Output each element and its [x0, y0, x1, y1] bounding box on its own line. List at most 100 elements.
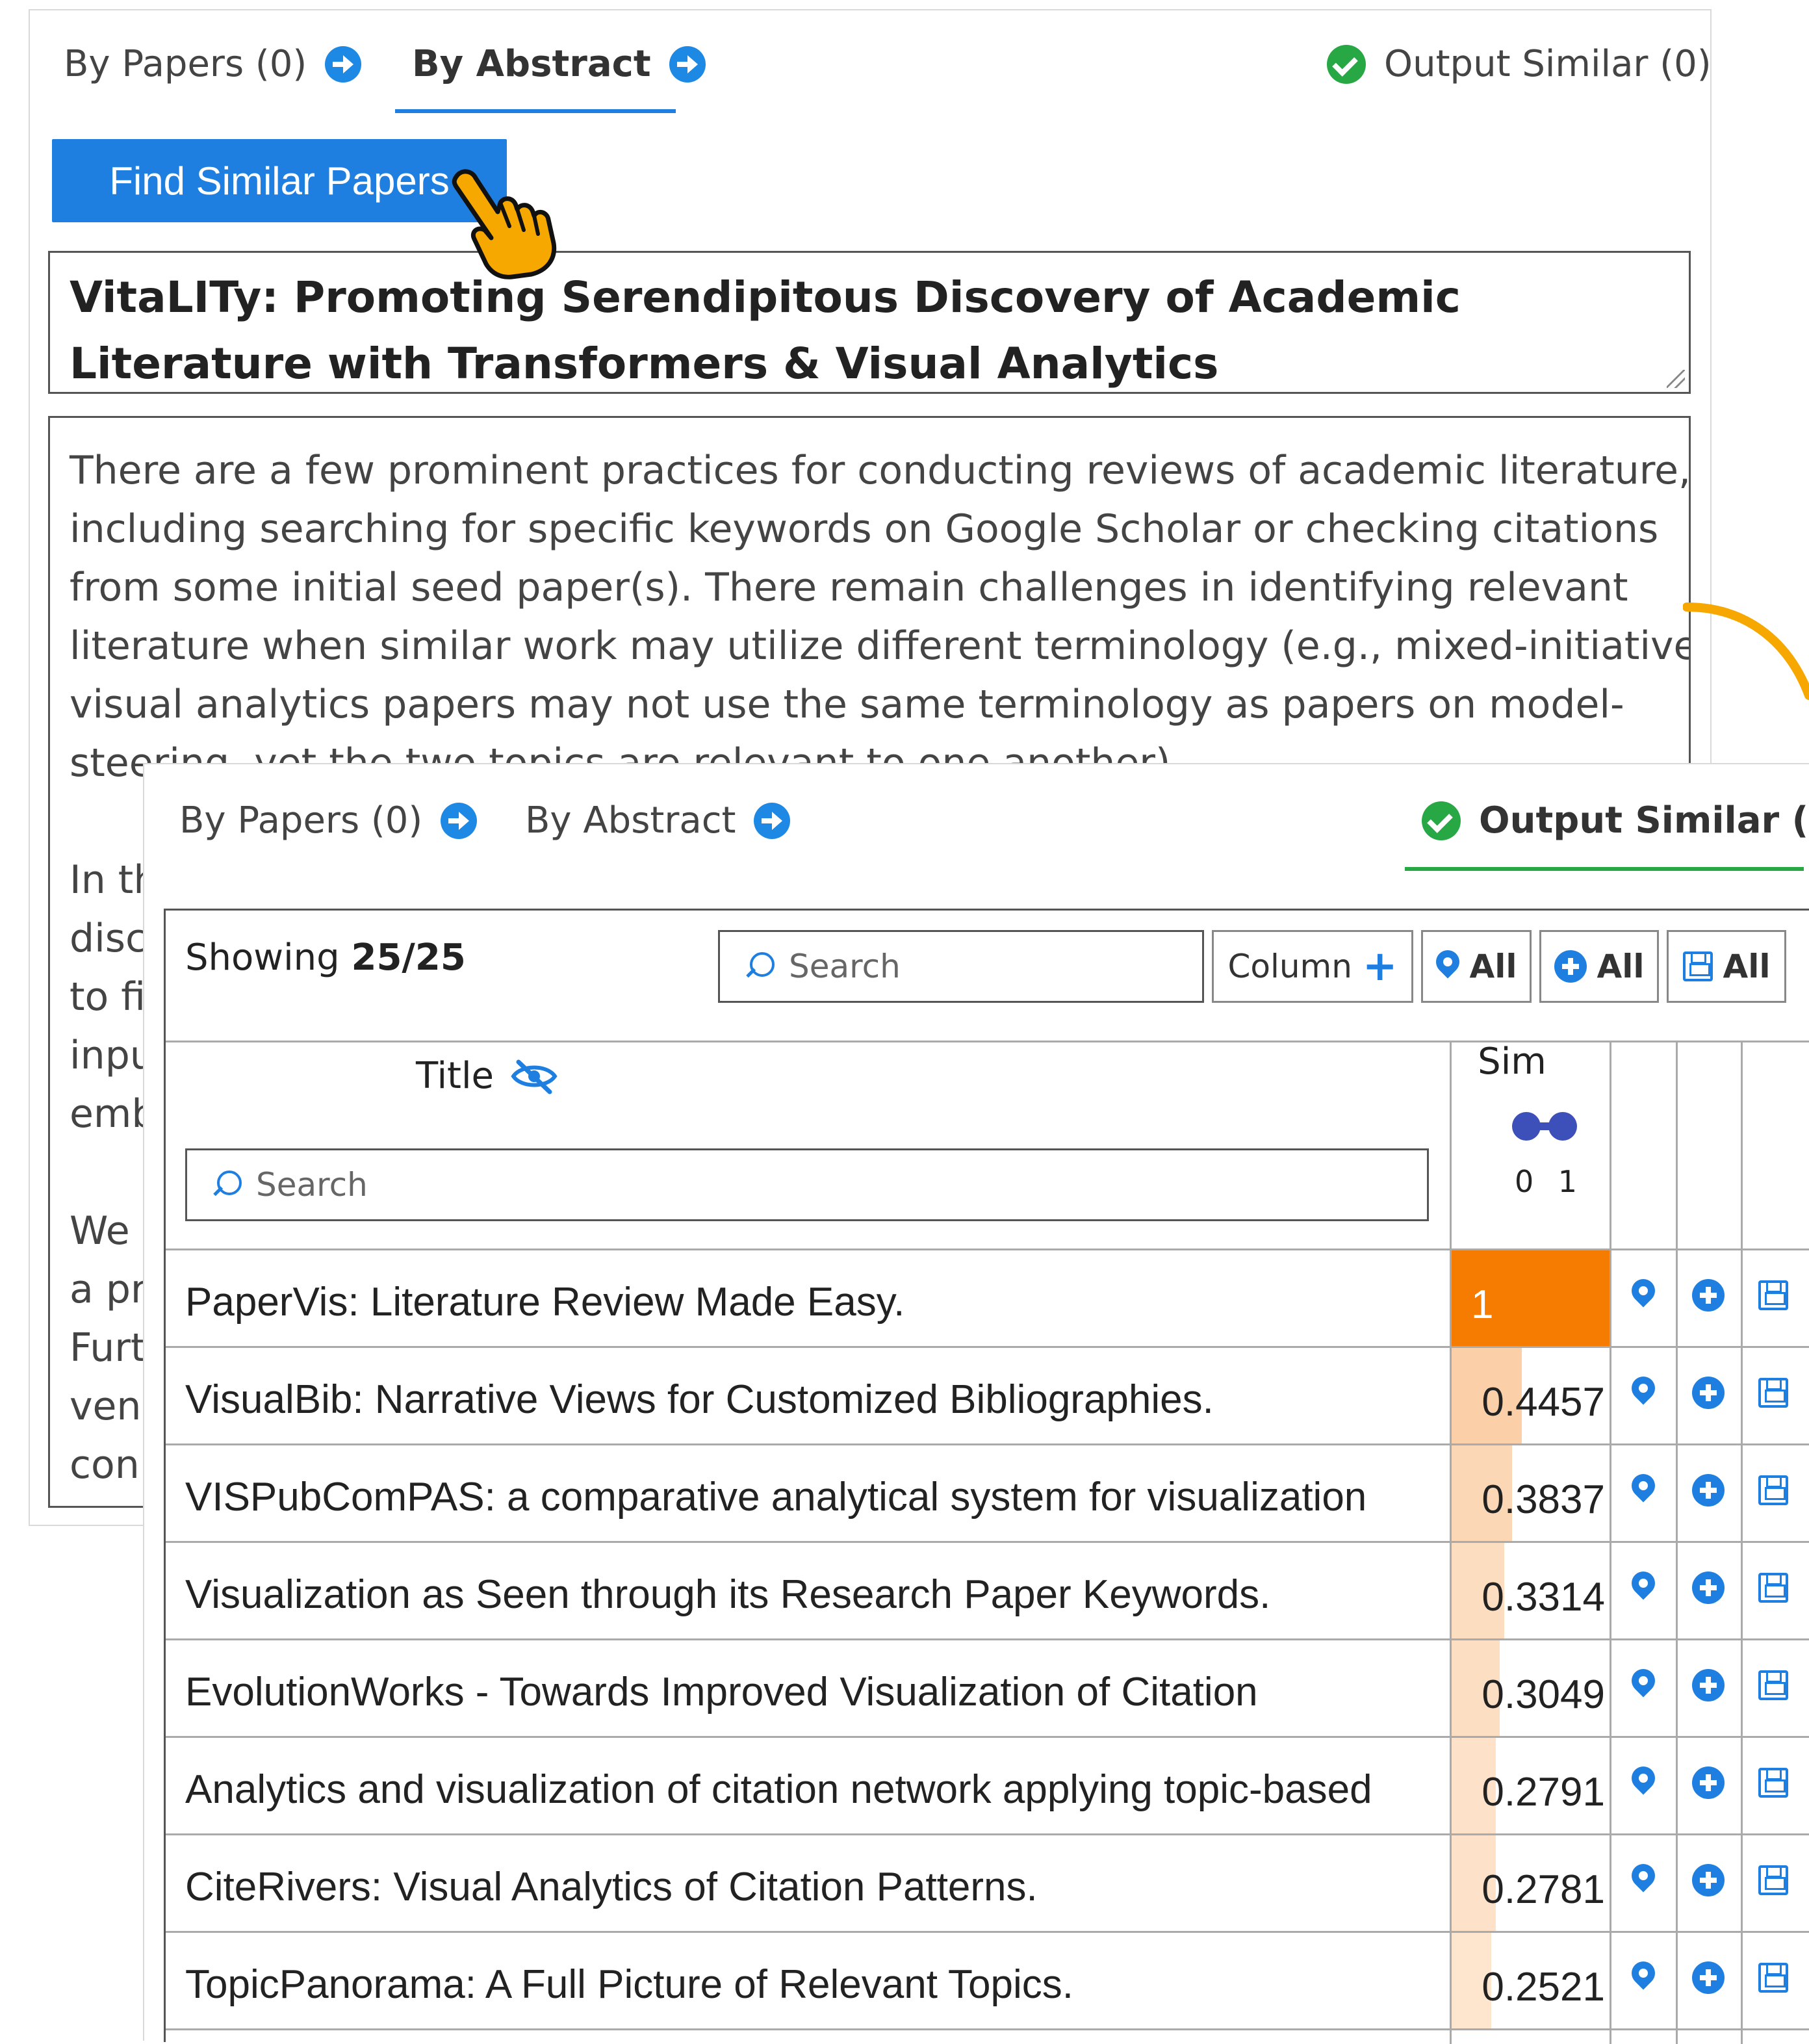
sim-value: 0.3837	[1482, 1477, 1605, 1522]
paper-title[interactable]: EvolutionWorks - Towards Improved Visual…	[185, 1669, 1258, 1715]
save-button[interactable]	[1741, 1273, 1806, 1318]
plus-circle-icon	[1692, 1279, 1725, 1312]
slider-handle-max[interactable]	[1548, 1112, 1577, 1141]
table-row[interactable]: PaperVis: Literature Review Made Easy. 1	[166, 1250, 1809, 1348]
add-button[interactable]	[1676, 1955, 1741, 2000]
locate-button[interactable]	[1611, 1273, 1676, 1318]
paper-title[interactable]: VisualBib: Narrative Views for Customize…	[185, 1377, 1214, 1423]
sim-cell: 0.2521	[1452, 1933, 1611, 2030]
paper-title[interactable]: CiteRivers: Visual Analytics of Citation…	[185, 1864, 1038, 1910]
abstract-line: including searching for specific keyword…	[70, 506, 1659, 552]
table-search-input[interactable]: Search	[718, 930, 1204, 1003]
sim-value: 1	[1471, 1282, 1494, 1327]
eye-slash-icon[interactable]	[509, 1058, 559, 1094]
locate-button[interactable]	[1611, 1955, 1676, 2000]
tab-label: By Papers (0)	[179, 799, 423, 842]
tab-by-abstract[interactable]: By Abstract	[525, 799, 791, 842]
find-similar-papers-button[interactable]: Find Similar Papers	[52, 139, 507, 222]
add-all-button[interactable]: All	[1539, 930, 1659, 1003]
sim-column-header[interactable]: Sim	[1472, 1041, 1552, 1083]
add-button[interactable]	[1676, 1273, 1741, 1318]
table-row[interactable]: TopicPanorama: A Full Picture of Relevan…	[166, 1933, 1809, 2030]
tab-label: Output Similar (25)	[1479, 799, 1809, 842]
table-row[interactable]: EvolutionWorks - Towards Improved Visual…	[166, 1640, 1809, 1738]
showing-count-value: 25/25	[351, 937, 466, 979]
locate-button[interactable]	[1611, 1857, 1676, 1903]
tab-by-papers[interactable]: By Papers (0)	[179, 799, 478, 842]
plus-circle-icon	[1692, 1669, 1725, 1701]
table-row[interactable]: CiteRivers: Visual Analytics of Citation…	[166, 1835, 1809, 1933]
sim-min-label: 0	[1515, 1164, 1534, 1199]
slider-handle-min[interactable]	[1512, 1112, 1541, 1141]
paper-title[interactable]: TopicPanorama: A Full Picture of Relevan…	[185, 1961, 1073, 2008]
tab-by-papers[interactable]: By Papers (0)	[64, 43, 362, 85]
locate-button[interactable]	[1611, 1565, 1676, 1611]
paper-title[interactable]: VISPubComPAS: a comparative analytical s…	[185, 1474, 1366, 1520]
title-search-input[interactable]: Search	[185, 1148, 1429, 1221]
check-circle-icon	[1422, 801, 1461, 840]
save-button[interactable]	[1741, 1662, 1806, 1708]
table-row[interactable]: Analytics and visualization of citation …	[166, 1738, 1809, 1835]
floppy-disk-icon	[1758, 1963, 1788, 1993]
abstract-paragraph-1: There are a few prominent practices for …	[70, 441, 1691, 792]
title-header-label: Title	[415, 1055, 494, 1097]
sim-cell: 0.4457	[1452, 1348, 1611, 1445]
add-button[interactable]	[1676, 1857, 1741, 1903]
locate-button[interactable]	[1611, 1370, 1676, 1416]
showing-prefix: Showing	[185, 937, 352, 979]
floppy-disk-icon	[1758, 1865, 1788, 1895]
tab-label: By Abstract	[412, 43, 651, 85]
save-button[interactable]	[1741, 1565, 1806, 1611]
plus-circle-icon	[1692, 1961, 1725, 1994]
locate-button[interactable]	[1611, 1468, 1676, 1513]
floppy-disk-icon	[1758, 1378, 1788, 1408]
floppy-disk-icon	[1758, 1670, 1788, 1700]
floppy-disk-icon	[1758, 1475, 1788, 1505]
arrow-right-circle-icon	[754, 802, 791, 839]
tab-by-abstract[interactable]: By Abstract	[412, 43, 706, 85]
locate-button[interactable]	[1611, 1662, 1676, 1708]
paper-title-textarea[interactable]: VitaLITy: Promoting Serendipitous Discov…	[48, 251, 1691, 394]
sim-value: 0.2791	[1482, 1770, 1605, 1815]
add-button[interactable]	[1676, 1370, 1741, 1416]
save-all-button[interactable]: All	[1667, 930, 1786, 1003]
add-column-button[interactable]: Column +	[1212, 930, 1413, 1003]
locate-button[interactable]	[1611, 1760, 1676, 1805]
sim-cell: 0.3314	[1452, 1543, 1611, 1640]
sim-value: 0.3049	[1482, 1672, 1605, 1717]
map-pin-icon	[1632, 1572, 1655, 1604]
floppy-disk-icon	[1758, 1768, 1788, 1798]
sim-value: 0.3314	[1482, 1575, 1605, 1620]
save-button[interactable]	[1741, 1857, 1806, 1903]
save-button[interactable]	[1741, 1760, 1806, 1805]
add-button[interactable]	[1676, 1565, 1741, 1611]
plus-icon: +	[1362, 942, 1398, 990]
add-button[interactable]	[1676, 1662, 1741, 1708]
table-row[interactable]: Visualization as Seen through its Resear…	[166, 1543, 1809, 1640]
table-row[interactable]: VISPubComPAS: a comparative analytical s…	[166, 1445, 1809, 1543]
paper-title[interactable]: Analytics and visualization of citation …	[185, 1766, 1372, 1813]
tab-output-similar[interactable]: Output Similar (0)	[1327, 43, 1712, 85]
add-button[interactable]	[1676, 1468, 1741, 1513]
abstract-line: literature when similar work may utilize…	[70, 623, 1691, 669]
sim-cell: 1	[1452, 1250, 1611, 1348]
add-button[interactable]	[1676, 1760, 1741, 1805]
save-button[interactable]	[1741, 1468, 1806, 1513]
pointer-hand-icon	[452, 169, 557, 279]
paper-title[interactable]: Visualization as Seen through its Resear…	[185, 1572, 1270, 1618]
abstract-line: There are a few prominent practices for …	[70, 448, 1691, 493]
tab-active-underline	[1405, 867, 1804, 871]
save-button[interactable]	[1741, 1955, 1806, 2000]
paper-title[interactable]: PaperVis: Literature Review Made Easy.	[185, 1279, 904, 1325]
locate-all-button[interactable]: All	[1421, 930, 1532, 1003]
plus-circle-icon	[1692, 1377, 1725, 1409]
save-button[interactable]	[1741, 1370, 1806, 1416]
sim-range-slider[interactable]	[1512, 1112, 1577, 1141]
all-label: All	[1723, 948, 1771, 985]
title-column-header[interactable]: Title	[166, 1055, 809, 1097]
table-row[interactable]: VisualBib: Narrative Views for Customize…	[166, 1348, 1809, 1445]
sim-value: 0.2781	[1482, 1867, 1605, 1912]
tab-output-similar[interactable]: Output Similar (25)	[1422, 799, 1809, 842]
resize-handle[interactable]	[1667, 370, 1685, 388]
divider	[166, 1041, 1809, 1042]
